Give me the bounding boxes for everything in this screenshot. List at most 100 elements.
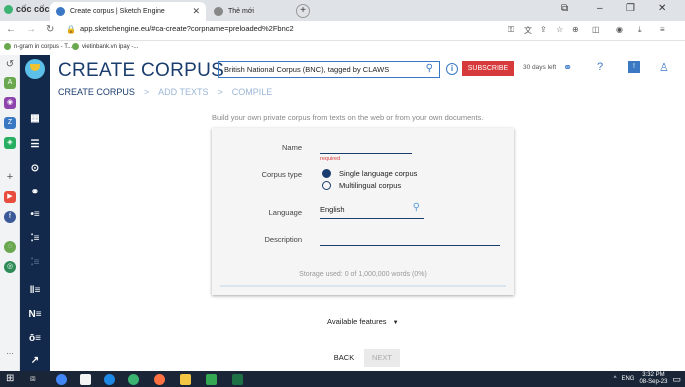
required-hint: required bbox=[320, 156, 341, 162]
breadcrumb-chevron-icon: > bbox=[143, 87, 150, 97]
coccoc-logo-icon bbox=[4, 4, 13, 14]
chrome-taskbar-icon[interactable] bbox=[56, 374, 67, 385]
wizard-breadcrumb: CREATE CORPUS > ADD TEXTS > COMPILE bbox=[58, 87, 272, 97]
coccoc-taskbar-icon[interactable] bbox=[128, 374, 139, 385]
corpus-selector[interactable]: British National Corpus (BNC), tagged by… bbox=[218, 61, 440, 78]
search-icon[interactable]: ⚲ bbox=[413, 202, 420, 213]
user-icon[interactable]: ♙ bbox=[659, 61, 669, 74]
sidebar-app2-icon[interactable]: ◌ bbox=[4, 241, 16, 253]
language-indicator[interactable]: ENG bbox=[621, 376, 634, 382]
search-icon[interactable]: ⚲ bbox=[426, 63, 433, 74]
create-corpus-form: Name required Corpus type Single languag… bbox=[212, 128, 514, 295]
system-tray: ^ ENG 3:32 PM 08-Sep-23 ▭ bbox=[614, 372, 681, 386]
new-tab-button[interactable]: + bbox=[296, 4, 310, 18]
facebook-icon[interactable]: f bbox=[4, 211, 16, 223]
clock-date: 08-Sep-23 bbox=[639, 379, 668, 385]
help-icon[interactable]: ? bbox=[597, 61, 603, 73]
single-language-option[interactable]: Single language corpus bbox=[322, 169, 417, 178]
notification-icon[interactable]: ! bbox=[628, 61, 640, 73]
available-features-toggle[interactable]: Available features ▼ bbox=[327, 317, 399, 326]
edge-taskbar-icon[interactable] bbox=[104, 374, 115, 385]
terms-icon[interactable]: ō≡ bbox=[26, 331, 44, 347]
add-sidebar-icon[interactable]: + bbox=[4, 171, 16, 183]
description-input[interactable] bbox=[320, 232, 500, 246]
bookmark-label: vietinbank.vn ipay -... bbox=[82, 43, 139, 50]
target-icon[interactable]: ⊙ bbox=[26, 161, 44, 177]
description-label: Description bbox=[264, 235, 302, 244]
bookmark-favicon-icon bbox=[72, 43, 79, 50]
key-icon[interactable]: ⚿ bbox=[508, 25, 514, 35]
concordance-icon[interactable]: ‖≡ bbox=[26, 283, 44, 299]
link-icon[interactable]: ⚭ bbox=[26, 185, 44, 201]
language-value: English bbox=[320, 205, 345, 214]
tab-new[interactable]: Thẻ mới bbox=[208, 2, 294, 21]
ngram-icon[interactable]: N≡ bbox=[26, 307, 44, 323]
explorer-taskbar-icon[interactable] bbox=[180, 374, 191, 385]
task-view-icon[interactable]: ⧈ bbox=[30, 373, 36, 384]
info-icon[interactable]: i bbox=[446, 63, 458, 75]
sketch-engine-logo-icon[interactable] bbox=[25, 59, 45, 79]
trial-days-left: 30 days left bbox=[523, 64, 557, 71]
extension-icon[interactable]: ⊕ bbox=[572, 25, 579, 34]
notifications-icon[interactable]: ▭ bbox=[672, 374, 681, 385]
link-share-icon[interactable]: ⚭ bbox=[563, 61, 572, 74]
close-tab-icon[interactable]: ✕ bbox=[192, 6, 200, 17]
sketch-engine-favicon-icon bbox=[56, 7, 65, 16]
back-nav-icon[interactable]: ← bbox=[6, 24, 16, 35]
language-select[interactable]: English ⚲ bbox=[320, 202, 424, 219]
reload-icon[interactable]: ↻ bbox=[46, 24, 54, 35]
excel-taskbar-icon[interactable] bbox=[232, 374, 243, 385]
next-button[interactable]: NEXT bbox=[364, 349, 400, 367]
maximize-icon[interactable]: ❐ bbox=[626, 3, 635, 14]
radio-checked-icon[interactable] bbox=[322, 169, 331, 178]
disabled-tool-icon: ⁚≡ bbox=[30, 257, 40, 268]
youtube-icon[interactable]: ▶ bbox=[4, 191, 16, 203]
browser-sidebar: ↺ A ◉ Z ◈ + ▶ f ◌ ◎ ⋯ bbox=[0, 55, 20, 371]
bookmark-item[interactable]: n-gram in corpus - T... bbox=[4, 43, 72, 50]
grid-icon[interactable]: ⁚≡ bbox=[26, 231, 44, 247]
menu-icon[interactable]: ≡ bbox=[660, 25, 665, 34]
tab-search-icon[interactable]: ⧉ bbox=[561, 3, 568, 14]
sidebar-toggle-icon[interactable]: ◫ bbox=[592, 25, 600, 34]
back-button[interactable]: BACK bbox=[328, 349, 360, 367]
multilingual-option[interactable]: Multilingual corpus bbox=[322, 181, 401, 190]
bookmark-star-icon[interactable]: ☆ bbox=[556, 25, 563, 34]
tray-chevron-icon[interactable]: ^ bbox=[614, 376, 617, 382]
sidebar-app3-icon[interactable]: ◎ bbox=[4, 261, 16, 273]
minimize-icon[interactable]: – bbox=[597, 3, 603, 14]
bookmark-favicon-icon bbox=[4, 43, 11, 50]
share-icon[interactable]: ⇪ bbox=[540, 25, 547, 34]
forward-nav-icon[interactable]: → bbox=[26, 24, 36, 35]
close-window-icon[interactable]: ✕ bbox=[658, 3, 666, 14]
name-input[interactable] bbox=[320, 140, 412, 154]
subscribe-button[interactable]: SUBSCRIBE bbox=[462, 61, 514, 76]
messenger-icon[interactable]: ◉ bbox=[4, 97, 16, 109]
sidebar-app-icon[interactable]: A bbox=[4, 77, 16, 89]
breadcrumb-chevron-icon: > bbox=[217, 87, 223, 97]
list-icon[interactable]: ☰ bbox=[26, 137, 44, 153]
translate-icon[interactable]: 文 bbox=[524, 25, 532, 36]
firefox-taskbar-icon[interactable] bbox=[154, 374, 165, 385]
url-field[interactable]: app.sketchengine.eu/#ca-create?corpname=… bbox=[80, 24, 294, 33]
radio-unchecked-icon[interactable] bbox=[322, 181, 331, 190]
bookmark-label: n-gram in corpus - T... bbox=[14, 43, 73, 50]
profile-icon[interactable]: ◉ bbox=[616, 25, 623, 34]
corpus-type-label: Corpus type bbox=[261, 170, 302, 179]
tab-create-corpus[interactable]: Create corpus | Sketch Engine ✕ bbox=[50, 2, 206, 21]
game-icon[interactable]: ◈ bbox=[4, 137, 16, 149]
download-icon[interactable]: ⤓ bbox=[638, 25, 642, 35]
wordlist-icon[interactable]: •≡ bbox=[26, 207, 44, 223]
trends-icon[interactable]: ↗ bbox=[26, 353, 44, 369]
clock[interactable]: 3:32 PM 08-Sep-23 bbox=[639, 372, 667, 386]
tab-title: Thẻ mới bbox=[228, 8, 254, 15]
history-icon[interactable]: ↺ bbox=[4, 59, 16, 71]
dashboard-icon[interactable]: ▦ bbox=[26, 111, 44, 127]
bookmark-item[interactable]: vietinbank.vn ipay -... bbox=[72, 43, 138, 50]
store-taskbar-icon[interactable] bbox=[80, 374, 91, 385]
more-icon[interactable]: ⋯ bbox=[4, 349, 16, 361]
drive-taskbar-icon[interactable] bbox=[206, 374, 217, 385]
coccoc-logo-text: cốc cốc bbox=[16, 4, 50, 14]
zalo-icon[interactable]: Z bbox=[4, 117, 16, 129]
windows-start-icon[interactable]: ⊞ bbox=[6, 373, 14, 384]
coccoc-logo: cốc cốc bbox=[4, 4, 50, 14]
